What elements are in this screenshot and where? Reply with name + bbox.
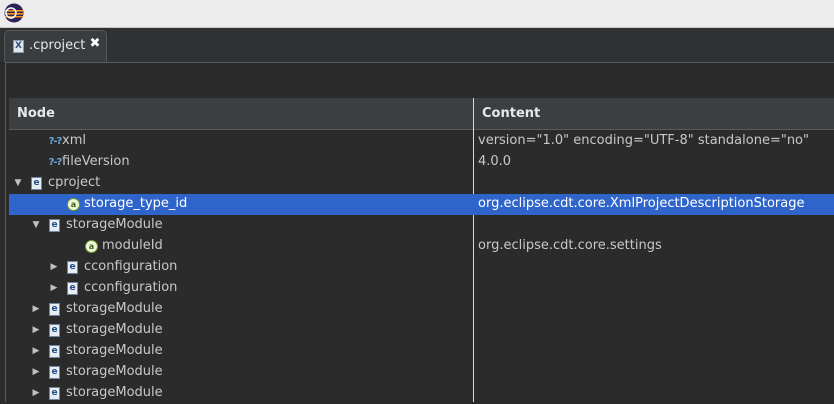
tree-row[interactable]: a moduleId org.eclipse.cdt.core.settings	[9, 236, 834, 257]
xml-tree: ?-? xml version="1.0" encoding="UTF-8" sta…	[9, 131, 834, 404]
node-name: storage_type_id	[84, 196, 188, 211]
node-name: storageModule	[66, 364, 163, 379]
editor-tab-bar: X .cproject ✖	[0, 28, 834, 62]
tree-row[interactable]: ?-? fileVersion 4.0.0	[9, 152, 834, 173]
column-header-content[interactable]: Content	[482, 106, 540, 121]
expand-toggle-icon[interactable]: ▶	[49, 257, 59, 278]
element-icon: e	[49, 345, 60, 358]
node-name: cconfiguration	[84, 280, 178, 295]
column-header-node[interactable]: Node	[17, 106, 55, 121]
expand-toggle-icon[interactable]: ▶	[31, 299, 41, 320]
collapse-toggle-icon[interactable]: ▼	[31, 215, 41, 236]
node-name: xml	[62, 133, 86, 148]
expand-toggle-icon[interactable]: ▶	[31, 362, 41, 383]
node-content: 4.0.0	[478, 154, 512, 169]
element-icon: e	[67, 282, 78, 295]
attribute-icon: a	[67, 198, 80, 211]
node-name: storageModule	[66, 385, 163, 400]
tree-row[interactable]: ▶ e storageModule	[9, 383, 834, 404]
tab-label: .cproject	[29, 38, 86, 53]
element-icon: e	[67, 261, 78, 274]
node-content: org.eclipse.cdt.core.settings	[478, 238, 662, 253]
node-name: fileVersion	[62, 154, 130, 169]
processing-instruction-icon: ?-?	[48, 157, 63, 168]
tree-column-header: Node Content	[9, 98, 834, 130]
node-name: storageModule	[66, 217, 163, 232]
node-name: cconfiguration	[84, 259, 178, 274]
collapse-toggle-icon[interactable]: ▼	[13, 173, 23, 194]
element-icon: e	[31, 177, 42, 190]
expand-toggle-icon[interactable]: ▶	[31, 341, 41, 362]
expand-toggle-icon[interactable]: ▶	[49, 278, 59, 299]
node-name: storageModule	[66, 322, 163, 337]
node-name: storageModule	[66, 301, 163, 316]
tree-row[interactable]: ▶ e storageModule	[9, 299, 834, 320]
tree-row[interactable]: a storage_type_id org.eclipse.cdt.core.Xml…	[9, 194, 834, 215]
expand-toggle-icon[interactable]: ▶	[31, 383, 41, 404]
close-icon[interactable]: ✖	[88, 36, 102, 52]
element-icon: e	[49, 366, 60, 379]
tree-row[interactable]: ▶ e storageModule	[9, 362, 834, 383]
node-content: org.eclipse.cdt.core.XmlProjectDescripti…	[478, 196, 805, 211]
tree-row[interactable]: ▶ e storageModule	[9, 341, 834, 362]
attribute-icon: a	[85, 240, 98, 253]
node-name: cproject	[48, 175, 101, 190]
tree-row[interactable]: ▶ e cconfiguration	[9, 278, 834, 299]
element-icon: e	[49, 324, 60, 337]
eclipse-logo-icon	[4, 3, 24, 23]
tree-row[interactable]: ?-? xml version="1.0" encoding="UTF-8" sta…	[9, 131, 834, 152]
tree-row[interactable]: ▶ e cconfiguration	[9, 257, 834, 278]
tree-row[interactable]: ▶ e storageModule	[9, 320, 834, 341]
tree-row[interactable]: ▼ e storageModule	[9, 215, 834, 236]
element-icon: e	[49, 219, 60, 232]
window-titlebar	[0, 0, 834, 28]
processing-instruction-icon: ?-?	[48, 136, 63, 147]
xml-file-icon: X	[13, 40, 24, 53]
editor-toolbar-area	[6, 63, 834, 98]
tab-cproject[interactable]: X .cproject ✖	[4, 30, 107, 62]
node-content: version="1.0" encoding="UTF-8" standalon…	[478, 133, 809, 148]
element-icon: e	[49, 303, 60, 316]
expand-toggle-icon[interactable]: ▶	[31, 320, 41, 341]
node-name: storageModule	[66, 343, 163, 358]
node-name: moduleId	[102, 238, 163, 253]
tree-row[interactable]: ▼ e cproject	[9, 173, 834, 194]
element-icon: e	[49, 387, 60, 400]
